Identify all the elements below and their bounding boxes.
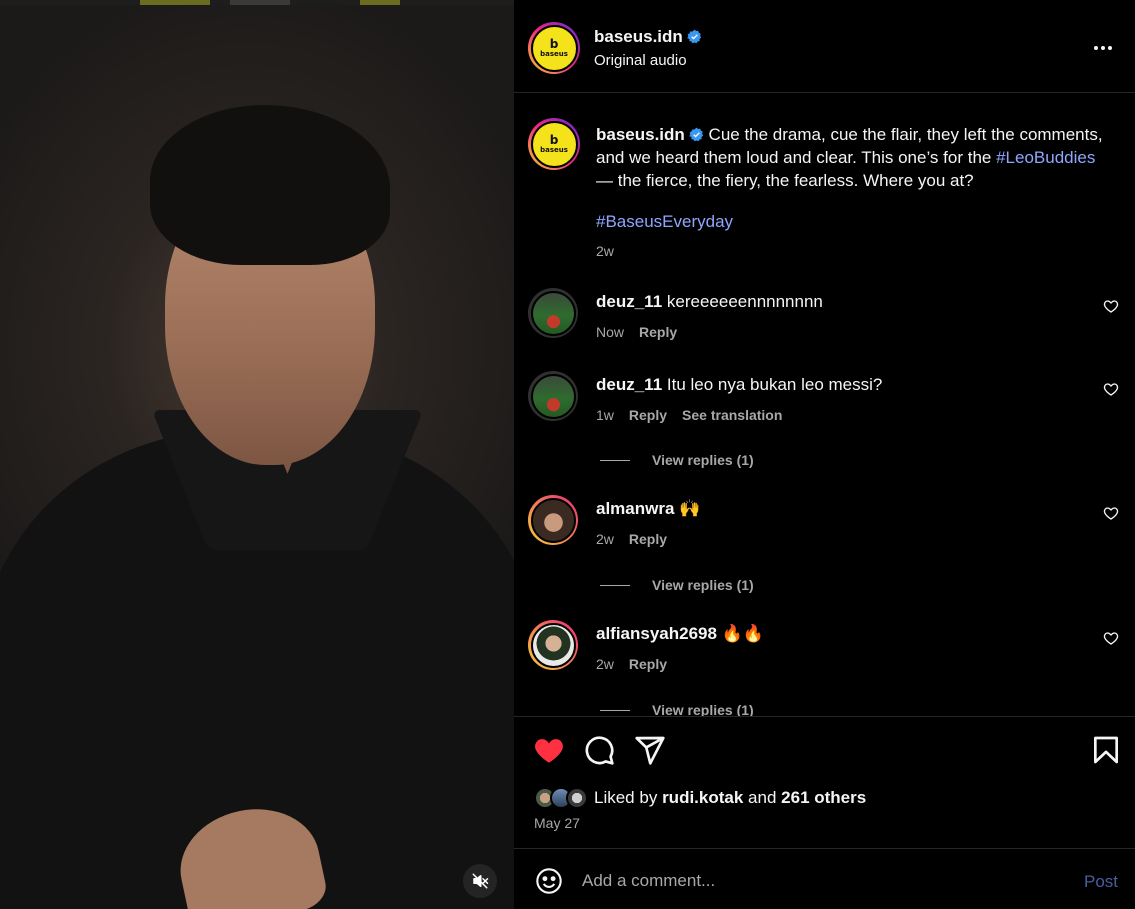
caption-timestamp[interactable]: 2w bbox=[596, 243, 614, 259]
heart-outline-icon[interactable] bbox=[1103, 505, 1119, 521]
comment-input[interactable] bbox=[582, 867, 1062, 895]
paper-plane-icon[interactable] bbox=[634, 734, 666, 766]
comment-avatar[interactable] bbox=[528, 371, 578, 421]
likes-summary: Liked by rudi.kotak and 261 others bbox=[534, 787, 866, 809]
more-options-icon[interactable] bbox=[1089, 36, 1117, 60]
logo-word: baseus bbox=[540, 49, 568, 58]
post-panel: b baseus baseus.idn Original audio b bas… bbox=[514, 0, 1135, 909]
hashtag-leobuddies[interactable]: #LeoBuddies bbox=[996, 148, 1095, 167]
replies-line bbox=[600, 459, 630, 461]
comment-text: almanwra 🙌 bbox=[596, 499, 700, 519]
post-header: b baseus baseus.idn Original audio bbox=[514, 0, 1135, 93]
comment-username[interactable]: deuz_11 bbox=[596, 375, 662, 394]
avatar-image bbox=[530, 497, 576, 543]
comment-time[interactable]: 2w bbox=[596, 656, 614, 672]
reply-button[interactable]: Reply bbox=[639, 324, 677, 340]
logo-mark: b bbox=[549, 36, 559, 51]
heart-outline-icon[interactable] bbox=[1103, 298, 1119, 314]
post-comment-button[interactable]: Post bbox=[1084, 872, 1118, 892]
comment-icon[interactable] bbox=[583, 734, 615, 766]
avatar-image bbox=[530, 622, 576, 668]
liker-avatar[interactable] bbox=[566, 787, 588, 809]
author-avatar[interactable]: b baseus bbox=[528, 22, 580, 74]
caption-body-end: — the fierce, the fiery, the fearless. W… bbox=[596, 171, 974, 190]
speaker-muted-icon bbox=[472, 873, 489, 889]
likes-and: and bbox=[748, 788, 777, 807]
view-replies-label[interactable]: View replies (1) bbox=[652, 577, 754, 593]
reply-button[interactable]: Reply bbox=[629, 531, 667, 547]
reply-button[interactable]: Reply bbox=[629, 407, 667, 423]
author-username-text[interactable]: baseus.idn bbox=[594, 27, 683, 46]
view-replies-button[interactable]: View replies (1) bbox=[600, 702, 754, 716]
comment-item: almanwra 🙌 2w Reply bbox=[514, 495, 1135, 575]
bookmark-icon[interactable] bbox=[1090, 734, 1122, 766]
view-replies-label[interactable]: View replies (1) bbox=[652, 702, 754, 716]
comment-content: kereeeeeennnnnnnn bbox=[666, 292, 823, 311]
baseus-logo: b baseus bbox=[530, 120, 578, 168]
view-replies-button[interactable]: View replies (1) bbox=[600, 452, 754, 468]
heart-filled-icon[interactable] bbox=[533, 734, 565, 766]
comment-time[interactable]: 2w bbox=[596, 531, 614, 547]
heart-outline-icon[interactable] bbox=[1103, 381, 1119, 397]
comment-time[interactable]: 1w bbox=[596, 407, 614, 423]
comment-item: alfiansyah2698 🔥🔥 2w Reply bbox=[514, 620, 1135, 700]
comment-item: deuz_11 kereeeeeennnnnnnn Now Reply bbox=[514, 288, 1135, 368]
comment-meta: 1w Reply See translation bbox=[596, 407, 782, 423]
comment-content: Itu leo nya bukan leo messi? bbox=[666, 375, 883, 394]
mute-button[interactable] bbox=[463, 864, 497, 898]
view-replies-button[interactable]: View replies (1) bbox=[600, 577, 754, 593]
baseus-logo: b baseus bbox=[530, 24, 578, 72]
comment-avatar[interactable] bbox=[528, 495, 578, 545]
verified-badge-icon bbox=[689, 127, 704, 142]
comment-item: deuz_11 Itu leo nya bukan leo messi? 1w … bbox=[514, 371, 1135, 451]
comment-avatar[interactable] bbox=[528, 620, 578, 670]
video-player[interactable] bbox=[0, 0, 514, 909]
comment-meta: 2w Reply bbox=[596, 656, 667, 672]
verified-badge-icon bbox=[687, 29, 702, 44]
likes-text: Liked by rudi.kotak and 261 others bbox=[594, 788, 866, 808]
caption-author-avatar[interactable]: b baseus bbox=[528, 118, 580, 170]
add-comment-bar: Post bbox=[514, 848, 1135, 909]
comment-username[interactable]: almanwra bbox=[596, 499, 674, 518]
logo-word: baseus bbox=[540, 145, 568, 154]
audio-label[interactable]: Original audio bbox=[594, 52, 687, 69]
likes-others[interactable]: 261 others bbox=[781, 788, 866, 807]
avatar-image bbox=[530, 290, 576, 336]
heart-outline-icon[interactable] bbox=[1103, 630, 1119, 646]
smiley-icon[interactable] bbox=[535, 867, 563, 895]
post-actions: Liked by rudi.kotak and 261 others May 2… bbox=[514, 716, 1135, 848]
comment-username[interactable]: deuz_11 bbox=[596, 292, 662, 311]
comment-username[interactable]: alfiansyah2698 bbox=[596, 624, 717, 643]
view-replies-label[interactable]: View replies (1) bbox=[652, 452, 754, 468]
video-person-hair bbox=[150, 105, 390, 265]
caption-username[interactable]: baseus.idn bbox=[596, 125, 685, 144]
comment-content: 🙌 bbox=[679, 499, 701, 518]
video-top-strip bbox=[0, 0, 514, 5]
hashtag-baseuseveryday[interactable]: #BaseusEveryday bbox=[596, 212, 733, 232]
comment-content: 🔥🔥 bbox=[721, 624, 765, 643]
author-username[interactable]: baseus.idn bbox=[594, 27, 702, 47]
avatar-image bbox=[530, 373, 576, 419]
liker-username[interactable]: rudi.kotak bbox=[662, 788, 743, 807]
see-translation-button[interactable]: See translation bbox=[682, 407, 782, 423]
comment-text: deuz_11 Itu leo nya bukan leo messi? bbox=[596, 375, 882, 395]
comment-text: deuz_11 kereeeeeennnnnnnn bbox=[596, 292, 823, 312]
logo-mark: b bbox=[549, 132, 559, 147]
comments-scroll-area[interactable]: b baseus baseus.idn Cue the drama, cue t… bbox=[514, 94, 1135, 716]
comment-avatar[interactable] bbox=[528, 288, 578, 338]
comment-text: alfiansyah2698 🔥🔥 bbox=[596, 624, 764, 644]
caption-text: baseus.idn Cue the drama, cue the flair,… bbox=[596, 123, 1116, 192]
replies-line bbox=[600, 709, 630, 711]
post-date[interactable]: May 27 bbox=[534, 815, 580, 831]
reply-button[interactable]: Reply bbox=[629, 656, 667, 672]
likes-prefix: Liked by bbox=[594, 788, 658, 807]
replies-line bbox=[600, 584, 630, 586]
comment-meta: Now Reply bbox=[596, 324, 677, 340]
comment-meta: 2w Reply bbox=[596, 531, 667, 547]
comment-time[interactable]: Now bbox=[596, 324, 624, 340]
